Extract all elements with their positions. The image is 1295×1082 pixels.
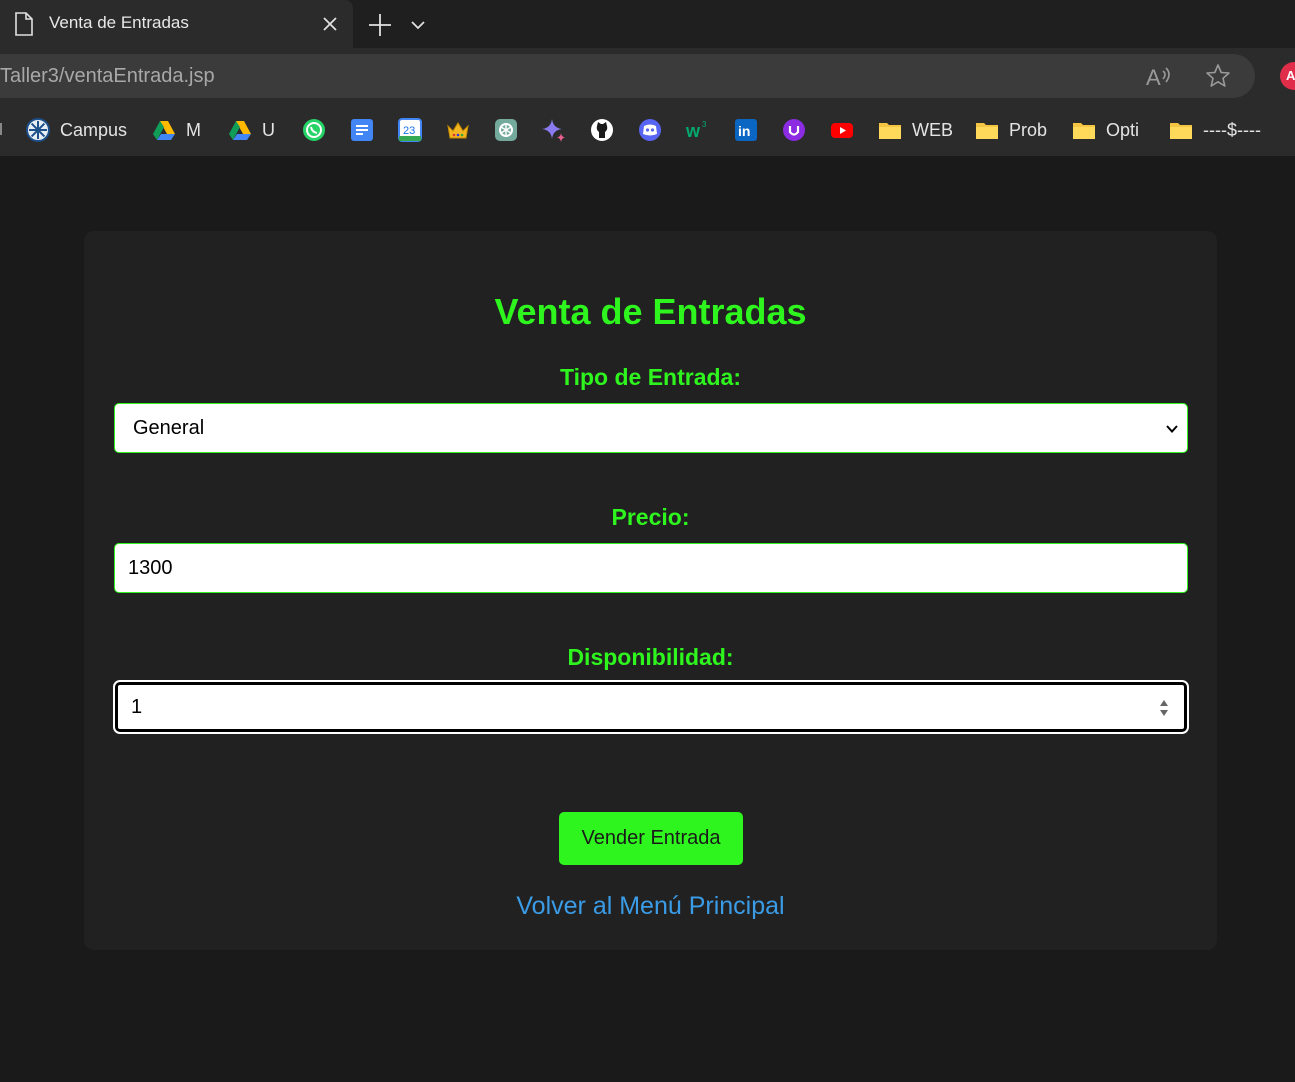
bookmark-gemini[interactable] (542, 117, 566, 143)
bookmark-discord[interactable] (638, 117, 662, 143)
chevron-down-icon[interactable] (408, 16, 428, 34)
bookmark-label: Campus (60, 119, 128, 140)
bookmark-folder-prob[interactable]: Prob (975, 117, 1047, 143)
google-drive-icon (229, 121, 251, 140)
youtube-icon (831, 123, 853, 138)
bookmark-label: Opti (1106, 119, 1140, 140)
folder-icon (879, 123, 901, 139)
spinner-arrows-icon[interactable] (1158, 697, 1170, 719)
folder-icon (1073, 123, 1095, 139)
bookmark-folder-web[interactable]: WEB (878, 117, 953, 143)
w3schools-icon: w 3 (686, 120, 707, 141)
bookmark-calendar[interactable]: 23 (398, 117, 422, 143)
sell-ticket-button[interactable]: Vender Entrada (559, 812, 743, 865)
campus-icon (26, 118, 50, 142)
bookmark-github[interactable] (590, 117, 614, 143)
ticket-type-value: General (133, 416, 205, 439)
bookmark-chatgpt[interactable] (494, 117, 518, 143)
price-value: 1300 (128, 556, 173, 579)
url-text[interactable]: Taller3/ventaEntrada.jsp (0, 65, 215, 88)
svg-text:23: 23 (403, 125, 415, 137)
chatgpt-icon (495, 119, 517, 141)
svg-text:A: A (1146, 65, 1161, 89)
browser-tab[interactable]: Venta de Entradas (0, 0, 353, 48)
bookmark-label: M (186, 119, 201, 140)
sale-form-card: Venta de Entradas Tipo de Entrada: Gener… (84, 231, 1217, 950)
back-to-menu-link[interactable]: Volver al Menú Principal (84, 892, 1217, 921)
folder-icon (976, 123, 998, 139)
ticket-type-label: Tipo de Entrada: (559, 364, 742, 390)
bookmark-w3schools[interactable]: w 3 (686, 117, 710, 143)
bookmark-label: Prob (1009, 119, 1048, 140)
bookmark-label: ----$---- (1203, 119, 1261, 140)
folder-icon (1170, 123, 1192, 139)
bookmark-whatsapp[interactable] (302, 117, 326, 143)
whatsapp-icon (303, 119, 325, 141)
ticket-type-select[interactable]: General (114, 403, 1188, 453)
bookmark-label: U (262, 119, 275, 140)
bookmark-separator (0, 123, 2, 135)
favorite-star-icon[interactable] (1204, 62, 1232, 90)
page-title: Venta de Entradas (494, 291, 807, 332)
availability-value: 1 (131, 695, 143, 718)
svg-text:w: w (686, 121, 701, 141)
github-icon (591, 119, 613, 141)
chevron-down-icon (1166, 425, 1178, 433)
bookmark-crown[interactable] (446, 117, 470, 143)
bookmark-drive-u[interactable]: U (228, 117, 275, 143)
bookmark-youtube[interactable] (830, 117, 854, 143)
crown-icon (447, 122, 469, 139)
bookmark-label: WEB (912, 119, 954, 140)
availability-input[interactable]: 1 (113, 680, 1189, 734)
linkedin-icon: in (735, 119, 757, 141)
bookmark-folder-opti[interactable]: Opti (1072, 117, 1139, 143)
read-aloud-icon[interactable]: A (1145, 63, 1173, 89)
price-label: Precio: (611, 504, 690, 530)
google-calendar-icon: 23 (398, 118, 422, 142)
price-input[interactable]: 1300 (114, 543, 1188, 593)
new-tab-icon[interactable] (366, 11, 394, 39)
bookmark-campus[interactable]: Campus (26, 117, 127, 143)
close-icon[interactable] (320, 14, 340, 34)
google-docs-icon (351, 119, 373, 141)
bookmark-u-app[interactable] (782, 117, 806, 143)
bookmark-folder-money[interactable]: ----$---- (1169, 117, 1261, 143)
u-app-icon (783, 119, 805, 141)
document-icon (15, 12, 33, 36)
bookmark-drive-m[interactable]: M (152, 117, 201, 143)
svg-text:in: in (738, 123, 750, 139)
bookmark-linkedin[interactable]: in (734, 117, 758, 143)
tab-strip: Venta de Entradas (0, 0, 1295, 48)
google-drive-icon (153, 121, 175, 140)
bookmark-docs[interactable] (350, 117, 374, 143)
availability-label: Disponibilidad: (567, 644, 734, 670)
tab-title: Venta de Entradas (49, 13, 189, 32)
gemini-icon (542, 119, 565, 142)
svg-text:3: 3 (702, 120, 707, 129)
discord-icon (639, 119, 661, 141)
